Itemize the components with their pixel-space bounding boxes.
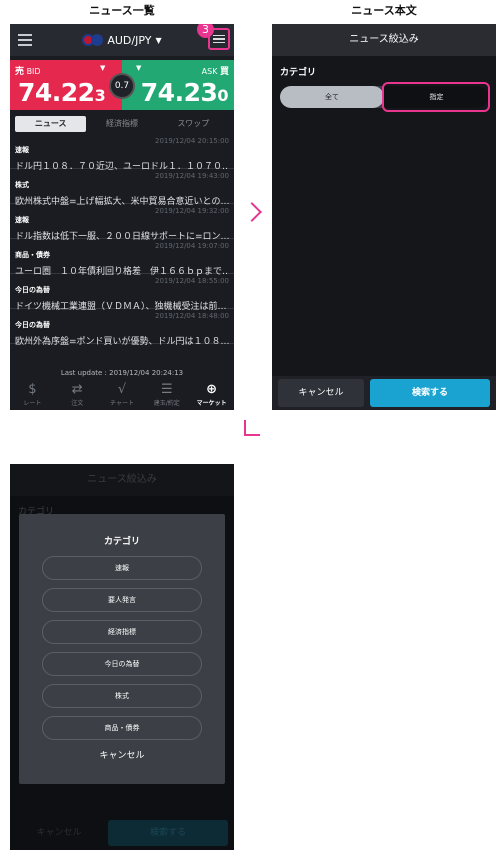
news-time: 2019/12/04 20:15:00: [154, 137, 229, 145]
bid-pip: 3: [94, 86, 106, 105]
news-category: 今日の為替: [15, 286, 50, 294]
tabbar-label: レート: [23, 400, 42, 407]
news-filter-screen: ニュース絞込み カテゴリ 全て 指定 キャンセル 検索する: [272, 24, 496, 410]
news-list-screen: AUD/JPY ▼ 3 売 BID ▼ 74.223 0.7 ▼ ASK 買 7…: [10, 24, 234, 410]
globe-icon: ⊕: [206, 382, 218, 397]
list-item[interactable]: 商品・債券 2019/12/04 19:07:00 ユーロ圏 １０年債利回り格差 伊…: [10, 239, 234, 277]
news-time: 2019/12/04 18:55:00: [154, 277, 229, 285]
tabbar-label: マーケット: [196, 400, 227, 407]
option-officials[interactable]: 要人発言: [42, 588, 202, 612]
tabbar-label: 注文: [71, 400, 84, 407]
tabbar-position[interactable]: ☰ 建玉/約定: [144, 378, 189, 410]
tabbar-market[interactable]: ⊕ マーケット: [189, 378, 234, 410]
cancel-button[interactable]: キャンセル: [278, 379, 364, 407]
search-button[interactable]: 検索する: [370, 379, 490, 407]
bottom-tab-bar: $ レート ⇄ 注文 √ チャート ☰ 建玉/約定 ⊕ マーケット: [10, 378, 234, 410]
tab-economic-indicators[interactable]: 経済指標: [86, 116, 157, 132]
tabbar-label: チャート: [110, 400, 134, 407]
page-title: ニュース絞込み: [272, 24, 496, 56]
position-icon: ☰: [160, 382, 173, 397]
down-step-arrow-icon: [244, 420, 260, 436]
news-title: ドル円１０８．７０近辺、ユーロドル１．１０７０…: [15, 162, 229, 172]
list-item[interactable]: 今日の為替 2019/12/04 18:48:00 欧州外為序盤=ポンド買いが優勢、…: [10, 309, 234, 347]
filter-icon: [213, 34, 225, 37]
option-commodities-bonds[interactable]: 商品・債券: [42, 716, 202, 740]
ask-sub: ASK: [201, 67, 218, 76]
news-title: 欧州株式中盤=上げ幅拡大、米中貿易合意近いとの…: [15, 197, 229, 207]
tab-news[interactable]: ニュース: [15, 116, 87, 132]
background-title: ニュース絞込み: [10, 464, 234, 496]
tabbar-chart[interactable]: √ チャート: [100, 378, 145, 410]
news-title: ドル指数は低下一服、２００日線サポートに=ロン…: [15, 232, 229, 242]
option-todays-fx[interactable]: 今日の為替: [42, 652, 202, 676]
list-item[interactable]: 速報 2019/12/04 20:15:00 ドル円１０８．７０近辺、ユーロドル１．…: [10, 134, 234, 172]
order-icon: ⇄: [71, 382, 83, 397]
category-label: カテゴリ: [280, 68, 317, 78]
caption-news-list: ニュース一覧: [89, 4, 155, 17]
bid-price: 74.22: [18, 78, 95, 107]
next-step-arrow-icon: [242, 202, 262, 222]
news-title: ドイツ機械工業連盟（ＶＤＭＡ）、独機械受注は前…: [15, 302, 227, 312]
option-indicators[interactable]: 経済指標: [42, 620, 202, 644]
news-time: 2019/12/04 19:07:00: [154, 242, 229, 250]
news-category: 速報: [15, 146, 29, 154]
news-list: 速報 2019/12/04 20:15:00 ドル円１０８．７０近辺、ユーロドル１．…: [10, 134, 234, 347]
news-category: 速報: [15, 216, 29, 224]
option-stocks[interactable]: 株式: [42, 684, 202, 708]
news-time: 2019/12/04 19:32:00: [154, 207, 229, 215]
news-tabs: ニュース 経済指標 スワップ: [10, 110, 234, 136]
ask-pip: 0: [217, 86, 228, 105]
news-time: 2019/12/04 18:48:00: [154, 312, 229, 320]
tabbar-order[interactable]: ⇄ 注文: [55, 378, 100, 410]
news-category: 今日の為替: [15, 321, 50, 329]
list-item[interactable]: 速報 2019/12/04 19:32:00 ドル指数は低下一服、２００日線サポート…: [10, 204, 234, 242]
menu-icon[interactable]: [18, 34, 32, 49]
chart-icon: √: [117, 382, 127, 397]
jp-flag-icon: [91, 34, 104, 46]
bid-sub: BID: [26, 67, 41, 76]
news-category: 商品・債券: [15, 251, 50, 259]
news-category: 株式: [15, 181, 29, 189]
chevron-down-icon: ▼: [155, 35, 162, 45]
sheet-title: カテゴリ: [103, 537, 140, 547]
caption-news-body: ニュース本文: [351, 4, 417, 17]
bid-dropdown-icon: ▼: [100, 64, 106, 72]
news-title: ユーロ圏 １０年債利回り格差 伊１６６ｂｐまで…: [15, 267, 229, 277]
segment-all[interactable]: 全て: [280, 86, 384, 108]
rate-icon: $: [28, 382, 37, 397]
background-search-button: 検索する: [108, 820, 228, 846]
ask-button[interactable]: ▼ ASK 買 74.230: [122, 60, 234, 110]
news-time: 2019/12/04 19:43:00: [154, 172, 229, 180]
quote-panel: 売 BID ▼ 74.223 0.7 ▼ ASK 買 74.230: [10, 60, 234, 110]
tabbar-rate[interactable]: $ レート: [10, 378, 55, 410]
background-footer: キャンセル 検索する: [10, 816, 234, 850]
highlight-box: [382, 82, 490, 112]
ask-price: 74.23: [140, 78, 218, 107]
footer-actions: キャンセル 検索する: [272, 376, 496, 410]
category-picker-screen: ニュース絞込み カテゴリ カテゴリ 速報 要人発言 経済指標 今日の為替 株式 …: [10, 464, 234, 850]
bid-button[interactable]: 売 BID ▼ 74.223: [10, 60, 122, 110]
filter-button[interactable]: [208, 28, 230, 50]
list-item[interactable]: 株式 2019/12/04 19:43:00 欧州株式中盤=上げ幅拡大、米中貿易合意…: [10, 169, 234, 207]
tab-swap[interactable]: スワップ: [158, 116, 229, 132]
top-bar: AUD/JPY ▼ 3: [10, 24, 234, 56]
spread-badge: 0.7: [109, 73, 135, 99]
option-breaking[interactable]: 速報: [42, 556, 202, 580]
sheet-cancel-button[interactable]: キャンセル: [19, 748, 225, 761]
bid-label: 売: [15, 67, 25, 77]
currency-pair-label: AUD/JPY: [107, 33, 152, 47]
background-cancel-button: キャンセル: [36, 828, 82, 838]
ask-label: 買: [219, 67, 229, 77]
ask-dropdown-icon: ▼: [136, 64, 142, 72]
news-title: 欧州外為序盤=ポンド買いが優勢、ドル円は１０８…: [15, 337, 229, 347]
list-item[interactable]: 今日の為替 2019/12/04 18:55:00 ドイツ機械工業連盟（ＶＤＭＡ）、…: [10, 274, 234, 312]
tabbar-label: 建玉/約定: [153, 400, 180, 407]
last-update: Last update : 2019/12/04 20:24:13: [60, 369, 184, 377]
category-sheet: カテゴリ 速報 要人発言 経済指標 今日の為替 株式 商品・債券 キャンセル: [19, 514, 225, 784]
currency-pair-selector[interactable]: AUD/JPY ▼: [82, 33, 162, 47]
